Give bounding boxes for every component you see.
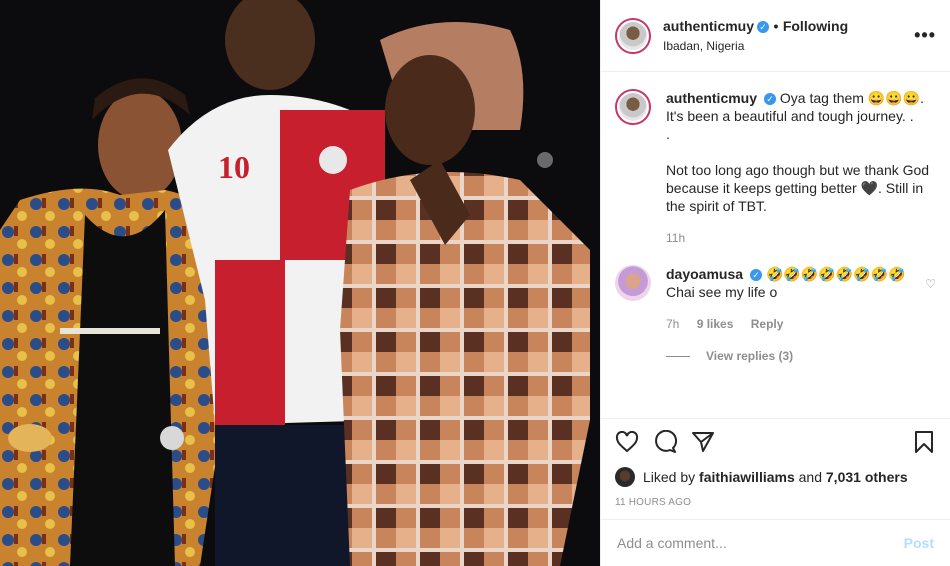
likes-and: and: [798, 469, 822, 485]
view-replies-label: View replies (3): [706, 349, 794, 363]
share-icon[interactable]: [691, 430, 715, 459]
post-photo[interactable]: 10: [0, 0, 600, 566]
view-replies-button[interactable]: View replies (3): [666, 349, 936, 363]
author-avatar[interactable]: [615, 17, 651, 54]
caption-avatar[interactable]: [615, 89, 651, 125]
comment-input[interactable]: Add a comment...: [617, 535, 904, 551]
add-comment-bar: Add a comment... Post: [601, 519, 950, 566]
verified-badge-icon: ✓: [757, 20, 770, 33]
header-text: authenticmuy ✓ • Following Ibadan, Nigeri…: [663, 18, 914, 53]
comment-icon[interactable]: [653, 429, 678, 459]
following-button[interactable]: Following: [783, 18, 848, 34]
caption-time[interactable]: 11h: [666, 231, 685, 245]
likes-summary: Liked by faithiawilliams and 7,031 other…: [615, 467, 936, 487]
jersey-number: 10: [218, 149, 250, 185]
comment-likes[interactable]: 9 likes: [697, 317, 734, 331]
verified-badge-icon: ✓: [750, 269, 763, 282]
post-actions: Liked by faithiawilliams and 7,031 other…: [601, 418, 950, 508]
reply-button[interactable]: Reply: [751, 317, 784, 331]
caption-body: authenticmuy ✓ Oya tag them 😀😀😀. It's bee…: [666, 89, 936, 247]
comment-time[interactable]: 7h: [666, 317, 679, 331]
follow-separator: •: [773, 18, 779, 34]
caption-username[interactable]: authenticmuy: [666, 90, 757, 106]
comment-like-icon[interactable]: ♡: [925, 277, 936, 333]
liker-avatar[interactable]: [615, 467, 635, 487]
liked-by-prefix: Liked by: [643, 469, 696, 485]
caption-line-1: Oya tag them 😀😀😀.: [779, 90, 925, 106]
caption-line-3: .: [666, 126, 670, 142]
heart-icon[interactable]: [615, 430, 639, 459]
post-timestamp[interactable]: 11 HOURS AGO: [615, 497, 936, 508]
action-icons: [615, 429, 936, 459]
post-header: authenticmuy ✓ • Following Ibadan, Nigeri…: [601, 0, 950, 72]
caption: authenticmuy ✓ Oya tag them 😀😀😀. It's bee…: [615, 89, 936, 247]
post-modal: 10 authenticmuy ✓ • Following Ibadan, Nig…: [0, 0, 950, 566]
likes-count[interactable]: 7,031 others: [826, 469, 908, 485]
comments-list[interactable]: authenticmuy ✓ Oya tag them 😀😀😀. It's bee…: [601, 73, 950, 418]
verified-badge-icon: ✓: [764, 93, 777, 106]
author-username[interactable]: authenticmuy: [663, 18, 754, 34]
more-options-icon[interactable]: •••: [914, 25, 936, 46]
comment-meta: 7h 9 likes Reply: [666, 315, 917, 333]
replies-divider: [666, 355, 690, 357]
comment-item: dayoamusa ✓ 🤣🤣🤣🤣🤣🤣🤣🤣 Chai see my life o 7…: [615, 265, 936, 333]
caption-line-4: Not too long ago though but we thank God…: [666, 162, 930, 214]
caption-line-2: It's been a beautiful and tough journey.…: [666, 108, 914, 124]
post-sidebar: authenticmuy ✓ • Following Ibadan, Nigeri…: [600, 0, 950, 566]
caption-meta: 11h: [666, 229, 936, 247]
liker-username[interactable]: faithiawilliams: [699, 469, 795, 485]
photo-illustration: 10: [0, 0, 600, 566]
commenter-avatar[interactable]: [615, 265, 651, 301]
post-comment-button[interactable]: Post: [904, 535, 934, 551]
commenter-username[interactable]: dayoamusa: [666, 266, 743, 282]
comment-body: dayoamusa ✓ 🤣🤣🤣🤣🤣🤣🤣🤣 Chai see my life o 7…: [666, 265, 917, 333]
bookmark-icon[interactable]: [912, 430, 936, 459]
post-location[interactable]: Ibadan, Nigeria: [663, 39, 914, 53]
